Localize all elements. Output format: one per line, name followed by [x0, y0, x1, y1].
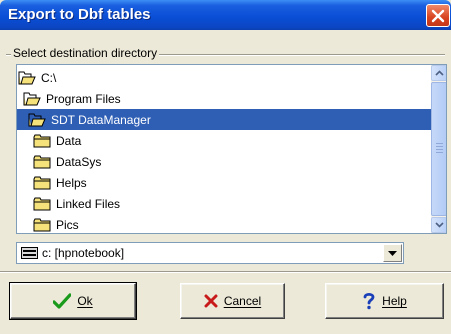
grip-line [436, 146, 443, 147]
scroll-down-button[interactable] [431, 217, 446, 233]
directory-list[interactable]: C:\ Program Files SDT DataManager Data D… [16, 64, 447, 234]
scroll-thumb[interactable] [431, 82, 446, 216]
scroll-up-button[interactable] [431, 65, 446, 81]
cancel-button[interactable]: Cancel [180, 283, 285, 319]
help-label: Help [382, 294, 407, 308]
drive-select[interactable]: c: [hpnotebook] [16, 242, 404, 264]
x-icon [204, 294, 218, 308]
folder-icon [33, 155, 51, 168]
title-bar[interactable]: Export to Dbf tables [0, 0, 451, 30]
window-title: Export to Dbf tables [8, 6, 151, 23]
export-dialog: Export to Dbf tables Select destination … [0, 0, 451, 334]
grip-line [436, 149, 443, 150]
cancel-label: Cancel [223, 294, 262, 308]
directory-label: Pics [56, 217, 79, 232]
ok-button[interactable]: Ok [9, 282, 137, 320]
directory-label: C:\ [41, 70, 57, 85]
drive-icon [21, 247, 38, 259]
directory-item-selected[interactable]: SDT DataManager [17, 109, 431, 130]
drive-dropdown-button[interactable] [383, 244, 402, 262]
folder-icon [33, 218, 51, 231]
directory-item[interactable]: Program Files [17, 88, 431, 109]
help-button[interactable]: Help [325, 283, 444, 319]
vertical-scrollbar[interactable] [431, 65, 446, 233]
question-mark-icon [362, 292, 376, 310]
directory-item[interactable]: Helps [17, 172, 431, 193]
chevron-up-icon [435, 70, 444, 76]
open-folder-icon [28, 113, 46, 126]
close-icon [431, 9, 445, 23]
group-label: Select destination directory [11, 46, 160, 60]
dropdown-arrow-icon [388, 251, 397, 256]
directory-label: SDT DataManager [51, 112, 151, 127]
chevron-down-icon [435, 222, 444, 228]
checkmark-icon [53, 293, 72, 309]
folder-icon [33, 176, 51, 189]
open-folder-icon [23, 92, 41, 105]
directory-label: Helps [56, 175, 87, 190]
open-folder-icon [18, 71, 36, 84]
directory-label: Program Files [46, 91, 121, 106]
close-button[interactable] [426, 4, 450, 27]
directory-item[interactable]: Data [17, 130, 431, 151]
folder-icon [33, 134, 51, 147]
directory-label: DataSys [56, 154, 102, 169]
grip-line [436, 152, 443, 153]
directory-item[interactable]: Linked Files [17, 193, 431, 214]
folder-icon [33, 197, 51, 210]
directory-item[interactable]: C:\ [17, 67, 431, 88]
directory-label: Data [56, 133, 82, 148]
separator [0, 271, 451, 273]
grip-line [436, 143, 443, 144]
directory-label: Linked Files [56, 196, 121, 211]
drive-value: c: [hpnotebook] [42, 246, 125, 260]
directory-item[interactable]: DataSys [17, 151, 431, 172]
directory-item[interactable]: Pics [17, 214, 431, 233]
ok-label: Ok [77, 294, 93, 308]
